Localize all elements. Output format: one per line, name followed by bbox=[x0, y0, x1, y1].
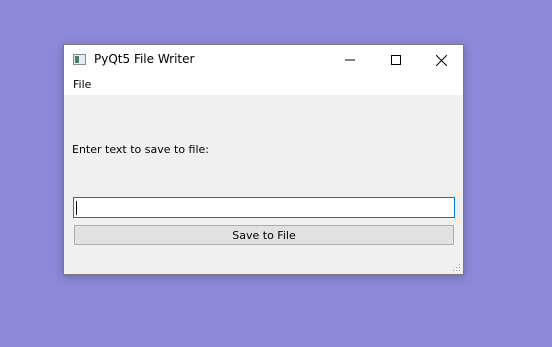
text-input[interactable] bbox=[73, 197, 455, 218]
window-title: PyQt5 File Writer bbox=[94, 52, 195, 66]
maximize-button[interactable] bbox=[373, 45, 419, 75]
close-button[interactable] bbox=[418, 45, 464, 75]
text-caret bbox=[76, 201, 77, 215]
resize-grip-icon[interactable] bbox=[453, 264, 461, 272]
minimize-icon bbox=[345, 59, 355, 61]
minimize-button[interactable] bbox=[327, 45, 373, 75]
menu-item-file[interactable]: File bbox=[70, 78, 94, 91]
save-to-file-button[interactable]: Save to File bbox=[74, 225, 454, 245]
menu-bar: File bbox=[64, 75, 463, 95]
prompt-label: Enter text to save to file: bbox=[72, 143, 210, 156]
app-icon bbox=[73, 54, 86, 65]
app-window: PyQt5 File Writer File Enter text to sav… bbox=[63, 44, 464, 275]
close-icon bbox=[435, 54, 447, 66]
maximize-icon bbox=[391, 55, 401, 65]
title-bar[interactable]: PyQt5 File Writer bbox=[64, 45, 463, 75]
